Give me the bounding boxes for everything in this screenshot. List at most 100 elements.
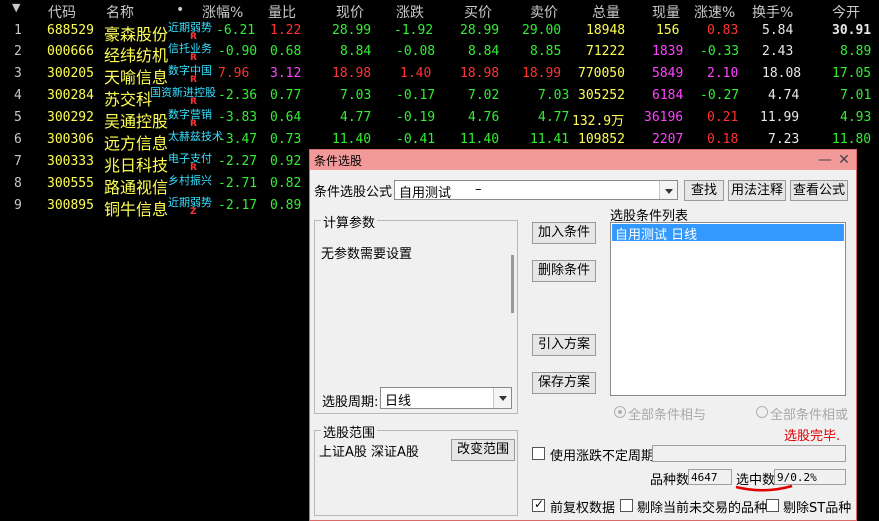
close-icon[interactable]: ✕ [835,151,853,169]
save-plan-button[interactable]: 保存方案 [532,372,596,394]
vol-ratio: 0.73 [270,132,302,147]
selected-value: 9/0.2% [774,469,846,485]
bid: 8.84 [468,44,500,59]
fq-label: 前复权数据 [550,501,616,516]
red-underline-mark [735,484,793,492]
count-value: 4647 [688,469,732,485]
params-scrollbar[interactable] [511,255,514,313]
total-vol: 18948 [586,23,626,38]
find-button[interactable]: 查找 [684,180,724,201]
col-chg[interactable]: 涨跌 [396,2,424,22]
col-code[interactable]: 代码 [48,2,76,22]
dialog-titlebar[interactable]: 条件选股 — ✕ [310,150,856,170]
col-vol-ratio[interactable]: 量比 [268,2,296,22]
flag-badge: Z [190,207,197,217]
ask: 29.00 [522,23,562,38]
delete-condition-button[interactable]: 删除条件 [532,260,596,282]
vol-ratio: 0.64 [270,110,302,125]
import-plan-button[interactable]: 引入方案 [532,334,596,356]
speed: -0.27 [700,88,740,103]
stock-name: 吴通控股 [104,112,169,131]
price: 4.77 [340,110,372,125]
chg: -0.17 [396,88,436,103]
cur-vol: 6184 [652,88,684,103]
sort-arrow-icon[interactable]: ▼ [12,1,20,14]
col-total[interactable]: 总量 [592,2,620,22]
vol-ratio: 1.22 [270,23,302,38]
formula-select[interactable]: 自用测试 – [394,180,678,201]
vol-ratio: 3.12 [270,66,302,81]
stock-code: 688529 [47,23,94,38]
radio-or-label: 全部条件相或 [770,408,849,423]
chg-pct: -6.21 [216,23,256,38]
chg-pct: -3.83 [218,110,258,125]
radio-or[interactable] [756,406,768,418]
vol-ratio: 0.92 [270,154,302,169]
stock-code: 300284 [47,88,94,103]
table-row[interactable]: 3 300205 天喻信息 数字中国 R 7.96 3.12 18.98 1.4… [0,64,879,87]
turnover: 7.23 [768,132,800,147]
row-index: 9 [14,198,22,213]
use-period-checkbox[interactable] [532,447,545,460]
row-index: 7 [14,154,22,169]
row-index: 1 [14,23,22,38]
col-bid[interactable]: 买价 [464,2,492,22]
col-cur[interactable]: 现量 [652,2,680,22]
col-speed[interactable]: 涨速% [694,2,735,22]
chg: 1.40 [400,66,432,81]
done-status: 选股完毕. [784,429,841,444]
cur-vol: 5849 [652,66,684,81]
chg-pct: -3.47 [218,132,258,147]
col-name[interactable]: 名称 [106,2,134,22]
table-row[interactable]: 4 300284 苏交科 国资新进控股 R -2.36 0.77 7.03 -0… [0,86,879,109]
table-row[interactable]: 2 000666 经纬纺机 信托业务 R -0.90 0.68 8.84 -0.… [0,42,879,65]
col-ask[interactable]: 卖价 [530,2,558,22]
params-note: 无参数需要设置 [321,247,413,262]
exclude-st-label: 剔除ST品种 [783,501,852,516]
open: 17.05 [832,66,872,81]
stock-code: 300555 [47,176,94,191]
ask: 8.85 [530,44,562,59]
list-item[interactable]: 自用测试 日线 [612,224,844,243]
condition-stock-dialog: 条件选股 — ✕ 条件选股公式 自用测试 – 查找 用法注释 查看公式 计算参数… [309,149,857,521]
open: 30.91 [832,23,872,38]
stock-tag: 乡村振兴 [168,174,212,187]
chg: -0.41 [396,132,436,147]
vol-ratio: 0.68 [270,44,302,59]
exclude-st-checkbox[interactable] [766,499,779,512]
params-group: 计算参数 无参数需要设置 [314,212,518,414]
usage-notes-button[interactable]: 用法注释 [728,180,786,201]
total-vol: 71222 [586,44,626,59]
fq-checkbox[interactable] [532,497,545,512]
stock-tag: 太赫兹技术 [168,130,223,143]
total-vol: 305252 [578,88,625,103]
stock-name: 兆日科技 [104,156,169,175]
col-price[interactable]: 现价 [336,2,364,22]
view-formula-button[interactable]: 查看公式 [790,180,848,201]
add-condition-button[interactable]: 加入条件 [532,222,596,244]
col-turnover[interactable]: 换手% [752,2,793,22]
chevron-down-icon[interactable] [493,388,511,408]
row-index: 3 [14,66,22,81]
exclude-notrade-checkbox[interactable] [620,499,633,512]
stock-name: 远方信息 [104,134,169,153]
period-field[interactable] [652,445,846,462]
period-select[interactable]: 日线 [380,387,512,409]
table-row[interactable]: 1 688529 豪森股份 近期弱势 R -6.21 1.22 28.99 -1… [0,21,879,44]
stock-tag: 国资新进控股 [150,86,216,99]
cur-vol: 2207 [652,132,684,147]
chg-pct: -2.17 [218,198,258,213]
radio-and[interactable] [614,406,626,418]
chevron-down-icon[interactable] [659,181,677,199]
radio-and-label: 全部条件相与 [628,408,707,423]
change-range-button[interactable]: 改变范围 [451,439,515,461]
formula-label: 条件选股公式 [314,185,393,200]
col-open[interactable]: 今开 [832,2,860,22]
open: 7.01 [840,88,872,103]
minimize-icon[interactable]: — [816,151,834,169]
stock-code: 300333 [47,154,94,169]
condition-list[interactable]: 自用测试 日线 [610,222,846,396]
range-value: 上证A股 深证A股 [319,445,419,460]
row-index: 6 [14,132,22,147]
table-row[interactable]: 5 300292 吴通控股 数字营销 R -3.83 0.64 4.77 -0.… [0,108,879,131]
